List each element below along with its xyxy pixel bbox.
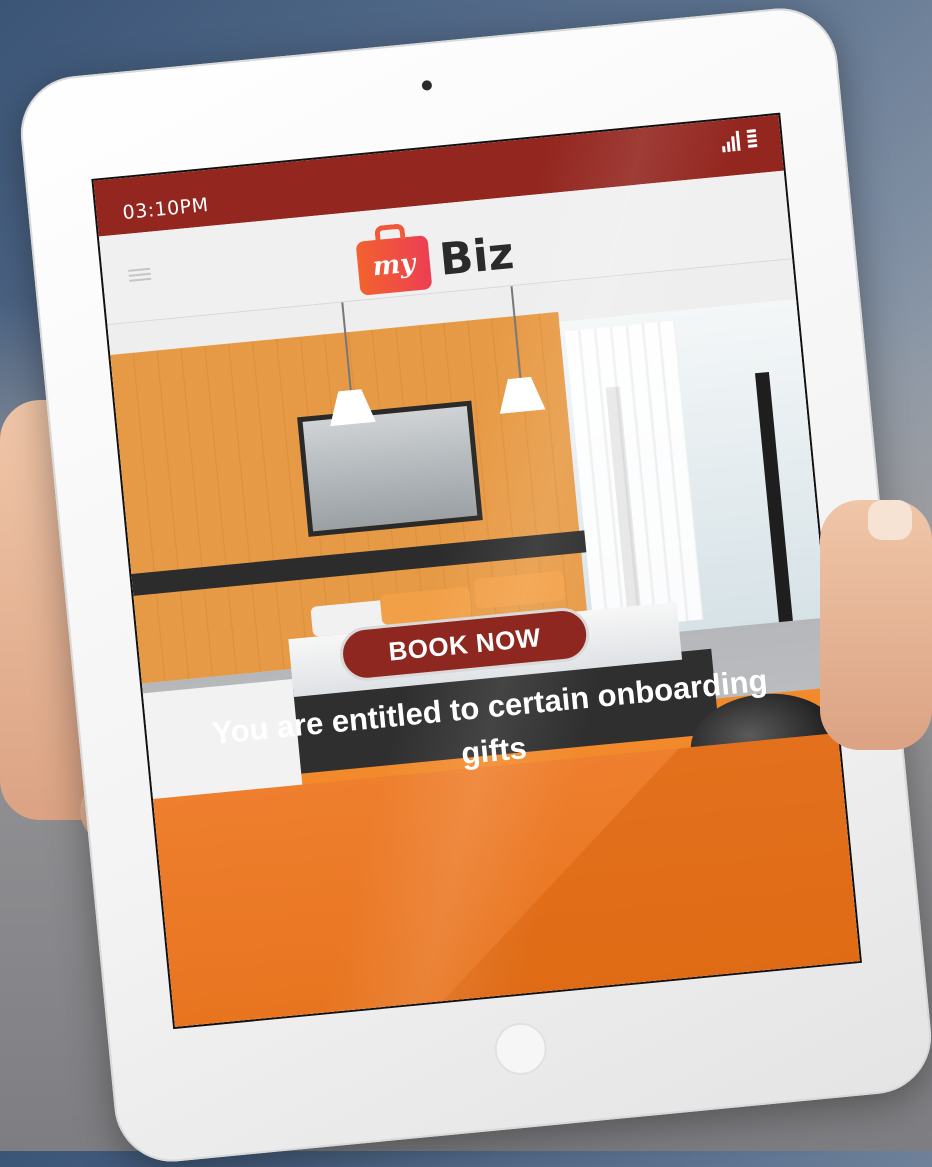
- status-time: 03:10PM: [121, 193, 210, 225]
- hamburger-menu-icon[interactable]: [128, 267, 152, 282]
- tablet-screen: 03:10PM my Biz BOOK NOW You are entitled…: [91, 112, 862, 1030]
- mybiz-logo[interactable]: my Biz: [355, 217, 517, 296]
- logo-wordmark: Biz: [437, 227, 517, 286]
- wall-painting: [297, 400, 483, 537]
- logo-badge: my: [355, 235, 433, 296]
- tablet-device: 03:10PM my Biz BOOK NOW You are entitled…: [15, 3, 932, 1167]
- logo-badge-text: my: [371, 248, 417, 283]
- status-icons: [721, 129, 758, 153]
- front-camera: [421, 79, 433, 91]
- signal-bars-icon: [721, 130, 741, 153]
- battery-icon: [746, 129, 758, 150]
- home-button[interactable]: [492, 1020, 550, 1078]
- right-thumbnail: [868, 500, 912, 540]
